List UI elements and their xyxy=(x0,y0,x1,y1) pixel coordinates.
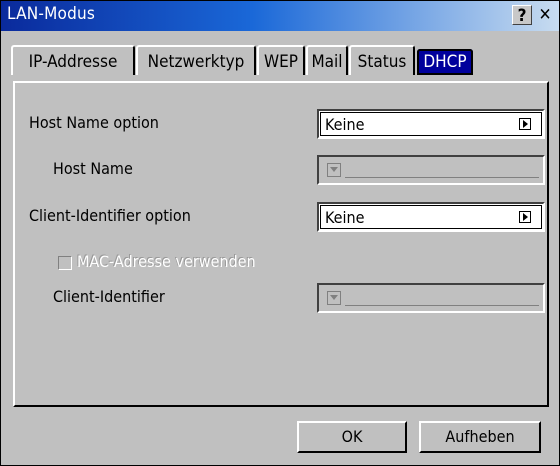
host-name-field xyxy=(317,155,545,185)
client-identifier-label: Client-Identifier xyxy=(53,287,165,306)
title-bar[interactable]: LAN-Modus ? ✕ xyxy=(1,1,559,31)
chevron-down-icon xyxy=(327,291,341,305)
close-icon[interactable]: ✕ xyxy=(535,5,555,25)
host-name-value xyxy=(345,177,539,178)
tab-mail[interactable]: Mail xyxy=(306,45,348,75)
tab-ip-address[interactable]: IP-Addresse xyxy=(11,45,135,75)
chevron-right-icon xyxy=(519,118,531,130)
host-name-option-value: Keine xyxy=(325,115,365,134)
ok-button[interactable]: OK xyxy=(297,421,407,453)
window-title: LAN-Modus xyxy=(7,4,96,24)
chevron-right-icon xyxy=(519,211,531,223)
client-identifier-option-select[interactable]: Keine xyxy=(317,202,545,232)
help-button[interactable]: ? xyxy=(512,5,532,26)
mac-address-checkbox-label: MAC-Adresse verwenden xyxy=(77,252,256,271)
host-name-option-select[interactable]: Keine xyxy=(317,109,545,139)
mac-address-checkbox xyxy=(58,256,72,270)
client-identifier-field xyxy=(317,283,545,313)
cancel-button[interactable]: Aufheben xyxy=(419,421,541,453)
tab-status[interactable]: Status xyxy=(349,45,415,75)
client-identifier-value xyxy=(345,305,539,306)
host-name-option-label: Host Name option xyxy=(29,113,159,132)
tab-dhcp[interactable]: DHCP xyxy=(417,49,473,75)
lan-mode-dialog: LAN-Modus ? ✕ IP-Addresse Netzwerktyp WE… xyxy=(0,0,560,466)
client-identifier-option-value: Keine xyxy=(325,208,365,227)
tab-network-type[interactable]: Netzwerktyp xyxy=(136,45,256,75)
host-name-label: Host Name xyxy=(53,159,133,178)
client-identifier-option-label: Client-Identifier option xyxy=(29,206,191,225)
tab-wep[interactable]: WEP xyxy=(257,45,305,75)
chevron-down-icon xyxy=(327,163,341,177)
